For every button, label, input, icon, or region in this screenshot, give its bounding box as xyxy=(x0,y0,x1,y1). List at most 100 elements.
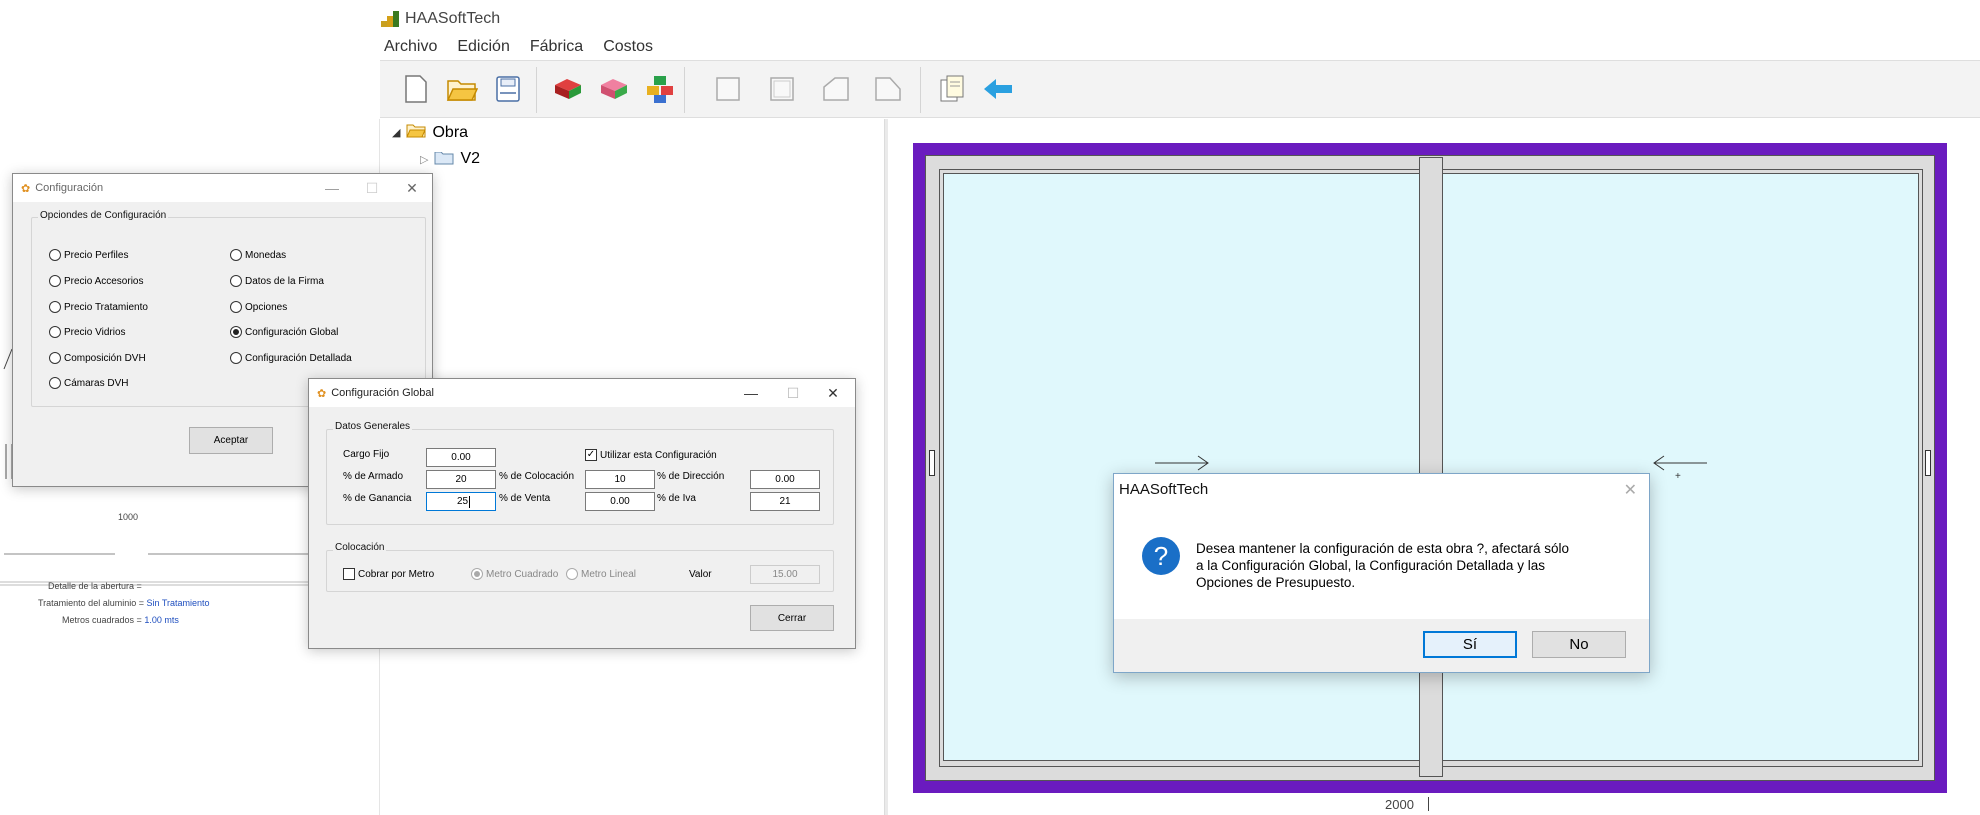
bricks-pink-icon[interactable] xyxy=(596,71,632,107)
width-dimension: 2000 xyxy=(1385,797,1429,812)
iva-input[interactable]: 21 xyxy=(750,492,820,511)
direccion-input[interactable]: 0.00 xyxy=(750,470,820,489)
menu-archivo[interactable]: Archivo xyxy=(381,36,440,58)
detail-line-1: Detalle de la abertura = xyxy=(48,581,142,591)
menu-costos[interactable]: Costos xyxy=(600,36,656,58)
dialog-message-line3: Opciones de Presupuesto. xyxy=(1196,575,1356,590)
text-cursor xyxy=(469,495,471,508)
app-gear-icon: ✿ xyxy=(21,182,31,195)
close-button[interactable]: ✕ xyxy=(392,174,432,202)
cargo-fijo-label: Cargo Fijo xyxy=(343,449,390,460)
expand-triangle-icon[interactable]: ◢ xyxy=(392,126,400,139)
close-button[interactable]: ✕ xyxy=(813,379,853,407)
window-frame-icon[interactable] xyxy=(764,71,800,107)
close-window-button[interactable]: Cerrar xyxy=(750,605,834,631)
maximize-button[interactable]: ☐ xyxy=(773,379,813,407)
checkmark-icon: ✓ xyxy=(585,449,597,461)
radio-opciones[interactable]: Opciones xyxy=(230,301,287,313)
radio-label: Composición DVH xyxy=(64,352,146,364)
toolbar xyxy=(380,60,1980,118)
radio-precio-vidrios[interactable]: Precio Vidrios xyxy=(49,326,126,338)
cargo-fijo-input[interactable]: 0.00 xyxy=(426,448,496,467)
question-icon: ? xyxy=(1142,537,1180,575)
window-blank-icon[interactable] xyxy=(710,71,746,107)
group-title: Opciondes de Configuración xyxy=(38,210,169,221)
detail-tratamiento-value: Sin Tratamiento xyxy=(146,598,210,608)
radio-label: Precio Accesorios xyxy=(64,275,144,287)
dimension-tick xyxy=(1427,797,1429,811)
radio-configuracion-detallada[interactable]: Configuración Detallada xyxy=(230,352,352,364)
radio-metro-cuadrado[interactable]: Metro Cuadrado xyxy=(471,568,558,580)
radio-monedas[interactable]: Monedas xyxy=(230,249,286,261)
yes-button[interactable]: Sí xyxy=(1423,631,1517,658)
group-title: Colocación xyxy=(333,542,387,553)
radio-precio-accesorios[interactable]: Precio Accesorios xyxy=(49,275,143,287)
detail-abertura-label: Detalle de la abertura = xyxy=(48,581,142,591)
back-arrow-icon[interactable] xyxy=(980,71,1016,107)
radio-datos-firma[interactable]: Datos de la Firma xyxy=(230,275,324,287)
menu-edicion[interactable]: Edición xyxy=(454,36,512,58)
accept-button[interactable]: Aceptar xyxy=(189,427,273,454)
radio-composicion-dvh[interactable]: Composición DVH xyxy=(49,352,146,364)
menu-bar: Archivo Edición Fábrica Costos xyxy=(381,36,656,58)
ganancia-input[interactable]: 25 xyxy=(426,492,496,511)
document-copy-icon[interactable] xyxy=(934,71,970,107)
iva-label: % de Iva xyxy=(657,493,696,504)
detail-metros-label: Metros cuadrados = xyxy=(62,615,142,625)
checkbox-label: Utilizar esta Configuración xyxy=(600,449,717,461)
radio-label: Precio Tratamiento xyxy=(64,301,148,313)
width-dimension-label: 2000 xyxy=(1385,797,1414,812)
radio-camaras-dvh[interactable]: Cámaras DVH xyxy=(49,377,128,389)
global-config-title: Configuración Global xyxy=(331,387,434,399)
ganancia-label: % de Ganancia xyxy=(343,493,412,504)
direccion-label: % de Dirección xyxy=(657,471,725,482)
radio-precio-perfiles[interactable]: Precio Perfiles xyxy=(49,249,128,261)
radio-precio-tratamiento[interactable]: Precio Tratamiento xyxy=(49,301,148,313)
radio-label: Precio Vidrios xyxy=(64,326,126,338)
radio-label: Configuración Global xyxy=(245,326,339,338)
save-icon[interactable] xyxy=(490,71,526,107)
app-logo-icon xyxy=(381,11,399,27)
dialog-message: Desea mantener la configuración de esta … xyxy=(1196,540,1569,591)
no-button[interactable]: No xyxy=(1532,631,1626,658)
bricks-red-icon[interactable] xyxy=(550,71,586,107)
dialog-close-icon[interactable]: ✕ xyxy=(1624,480,1637,500)
radio-label: Opciones xyxy=(245,301,288,313)
dialog-footer: Sí No xyxy=(1114,619,1649,672)
collapse-triangle-icon[interactable]: ▷ xyxy=(420,153,428,166)
maximize-button[interactable]: ☐ xyxy=(352,174,392,202)
colocacion-pct-label: % de Colocación xyxy=(499,471,575,482)
dialog-message-line2: a la Configuración Global, la Configurac… xyxy=(1196,558,1545,573)
minimize-button[interactable]: — xyxy=(312,174,352,202)
tree-node-v2[interactable]: ▷ V2 xyxy=(420,152,480,166)
venta-label: % de Venta xyxy=(499,493,551,504)
detail-line-2: Tratamiento del aluminio = Sin Tratamien… xyxy=(38,598,210,608)
app-title-bar: HAASoftTech xyxy=(381,10,500,28)
utilizar-config-checkbox[interactable]: ✓ Utilizar esta Configuración xyxy=(585,449,717,461)
armado-input[interactable]: 20 xyxy=(426,470,496,489)
tree-node-obra[interactable]: ◢ Obra xyxy=(392,122,468,143)
cobrar-por-metro-checkbox[interactable]: Cobrar por Metro xyxy=(343,568,434,580)
left-handle xyxy=(929,450,935,476)
colocacion-pct-input[interactable]: 10 xyxy=(585,470,655,489)
detail-tratamiento-label: Tratamiento del aluminio = xyxy=(38,598,144,608)
minimize-button[interactable]: — xyxy=(731,379,771,407)
checkbox-label: Cobrar por Metro xyxy=(358,568,435,580)
radio-metro-lineal[interactable]: Metro Lineal xyxy=(566,568,636,580)
tree-node-label: Obra xyxy=(432,123,469,141)
tree-node-label: V2 xyxy=(460,152,481,166)
blocks-stack-icon[interactable] xyxy=(642,71,678,107)
slide-left-arrow-icon xyxy=(1653,455,1707,471)
armado-label: % de Armado xyxy=(343,471,404,482)
radio-label: Metro Cuadrado xyxy=(486,568,559,580)
new-document-icon[interactable] xyxy=(398,71,434,107)
window-pentagon-icon[interactable] xyxy=(870,71,906,107)
venta-input[interactable]: 0.00 xyxy=(585,492,655,511)
dimension-label-1000: 1000 xyxy=(118,512,139,522)
open-folder-icon[interactable] xyxy=(444,71,480,107)
valor-input[interactable]: 15.00 xyxy=(750,565,820,584)
window-angle-icon[interactable] xyxy=(818,71,854,107)
menu-fabrica[interactable]: Fábrica xyxy=(527,36,586,58)
detail-metros-value: 1.00 mts xyxy=(144,615,179,625)
radio-configuracion-global[interactable]: Configuración Global xyxy=(230,326,338,338)
